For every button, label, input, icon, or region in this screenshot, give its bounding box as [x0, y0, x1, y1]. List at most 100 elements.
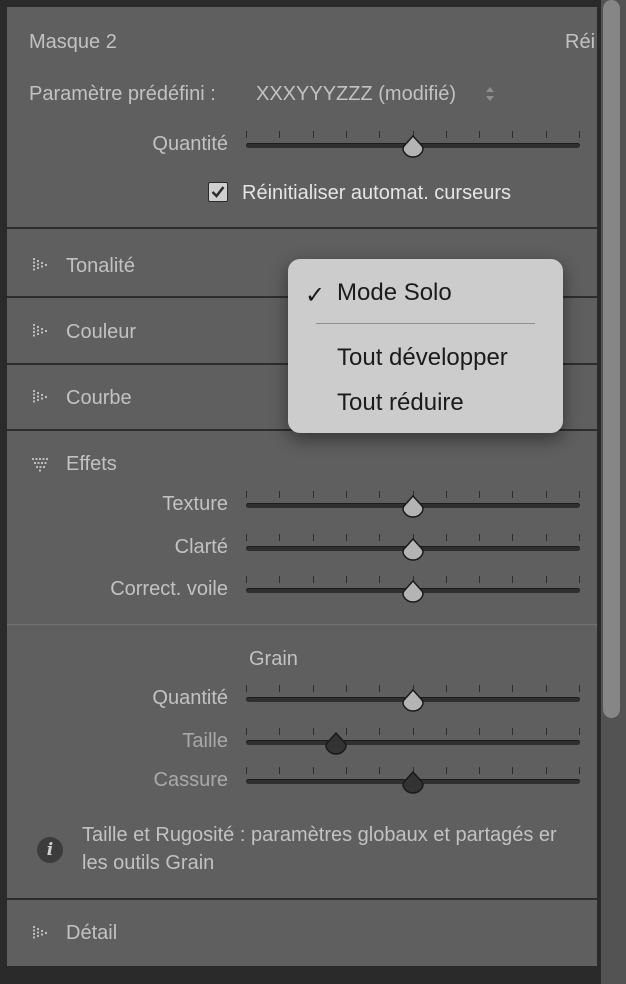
- slider-tick: [379, 131, 380, 138]
- slider-tick: [546, 685, 547, 692]
- grain-size-slider[interactable]: [246, 728, 580, 758]
- slider-tick: [313, 728, 314, 735]
- menu-item-solo-mode[interactable]: Mode Solo: [337, 281, 452, 305]
- grain-roughness-label: Cassure: [153, 769, 228, 791]
- slider-tick: [279, 728, 280, 735]
- disclosure-right-icon[interactable]: [31, 389, 49, 405]
- slider-tick: [279, 131, 280, 138]
- slider-tick: [479, 534, 480, 541]
- slider-thumb[interactable]: [401, 771, 425, 795]
- slider-tick: [579, 534, 580, 541]
- slider-thumb[interactable]: [401, 538, 425, 562]
- slider-tick: [313, 491, 314, 498]
- slider-thumb[interactable]: [401, 580, 425, 604]
- slider-tick: [512, 491, 513, 498]
- slider-tick: [379, 767, 380, 774]
- slider-tick: [313, 534, 314, 541]
- section-courbe[interactable]: Courbe: [66, 388, 132, 408]
- slider-tick: [346, 576, 347, 583]
- slider-tick: [279, 685, 280, 692]
- slider-tick: [479, 728, 480, 735]
- scrollbar-thumb[interactable]: [603, 0, 620, 718]
- grain-heading: Grain: [249, 648, 298, 670]
- slider-tick: [579, 491, 580, 498]
- section-tonalite[interactable]: Tonalité: [66, 256, 135, 276]
- grain-amount-slider[interactable]: [246, 685, 580, 715]
- mask-title: Masque 2: [29, 31, 117, 53]
- slider-tick: [346, 491, 347, 498]
- menu-item-collapse-all[interactable]: Tout réduire: [337, 391, 464, 415]
- section-couleur[interactable]: Couleur: [66, 322, 136, 342]
- slider-thumb[interactable]: [401, 689, 425, 713]
- grain-divider: [7, 624, 597, 625]
- auto-reset-checkbox[interactable]: [208, 182, 228, 202]
- slider-tick: [379, 685, 380, 692]
- disclosure-right-icon[interactable]: [31, 323, 49, 339]
- grain-amount-label: Quantité: [152, 687, 228, 709]
- checkmark-icon: ✓: [305, 281, 326, 309]
- slider-tick: [313, 685, 314, 692]
- slider-tick: [479, 131, 480, 138]
- slider-tick: [446, 728, 447, 735]
- slider-tick: [579, 576, 580, 583]
- slider-tick: [446, 576, 447, 583]
- amount-label: Quantité: [152, 133, 228, 155]
- info-icon: i: [37, 837, 63, 863]
- slider-tick: [512, 767, 513, 774]
- slider-tick: [512, 576, 513, 583]
- slider-tick: [346, 131, 347, 138]
- slider-thumb[interactable]: [324, 732, 348, 756]
- slider-tick: [546, 534, 547, 541]
- select-arrows-icon[interactable]: [484, 84, 496, 104]
- slider-tick: [546, 728, 547, 735]
- clarte-slider[interactable]: [246, 534, 580, 564]
- slider-tick: [446, 534, 447, 541]
- slider-tick: [246, 491, 247, 498]
- preset-select[interactable]: XXXYYYZZZ (modifié): [256, 84, 456, 104]
- slider-tick: [246, 767, 247, 774]
- slider-tick: [313, 576, 314, 583]
- grain-note-line2: les outils Grain: [82, 852, 215, 874]
- grain-note-line1: Taille et Rugosité : paramètres globaux …: [82, 824, 557, 846]
- slider-tick: [479, 685, 480, 692]
- section-divider: [7, 898, 597, 900]
- slider-tick: [579, 685, 580, 692]
- disclosure-down-icon[interactable]: [31, 456, 49, 472]
- slider-tick: [279, 576, 280, 583]
- slider-tick: [546, 576, 547, 583]
- texture-label: Texture: [162, 493, 228, 515]
- slider-tick: [246, 685, 247, 692]
- slider-tick: [379, 576, 380, 583]
- slider-tick: [413, 728, 414, 735]
- slider-tick: [546, 491, 547, 498]
- slider-tick: [512, 131, 513, 138]
- grain-roughness-slider[interactable]: [246, 767, 580, 797]
- slider-tick: [446, 491, 447, 498]
- slider-tick: [479, 491, 480, 498]
- section-detail[interactable]: Détail: [66, 923, 117, 943]
- panel-left-border: [0, 0, 7, 984]
- slider-tick: [346, 534, 347, 541]
- amount-slider[interactable]: [246, 131, 580, 161]
- slider-tick: [579, 728, 580, 735]
- mask-reset-button[interactable]: Réi: [565, 32, 595, 52]
- slider-tick: [346, 685, 347, 692]
- slider-tick: [512, 685, 513, 692]
- section-effets[interactable]: Effets: [66, 454, 117, 474]
- slider-thumb[interactable]: [401, 135, 425, 159]
- slider-tick: [313, 767, 314, 774]
- menu-item-expand-all[interactable]: Tout développer: [337, 346, 508, 370]
- clarte-label: Clarté: [174, 536, 228, 558]
- slider-thumb[interactable]: [401, 495, 425, 519]
- texture-slider[interactable]: [246, 491, 580, 521]
- slider-tick: [546, 767, 547, 774]
- slider-tick: [346, 767, 347, 774]
- slider-tick: [313, 131, 314, 138]
- disclosure-right-icon[interactable]: [31, 925, 49, 941]
- voile-slider[interactable]: [246, 576, 580, 606]
- slider-tick: [579, 767, 580, 774]
- disclosure-right-icon[interactable]: [31, 257, 49, 273]
- slider-tick: [479, 767, 480, 774]
- slider-tick: [279, 491, 280, 498]
- slider-track[interactable]: [246, 740, 580, 745]
